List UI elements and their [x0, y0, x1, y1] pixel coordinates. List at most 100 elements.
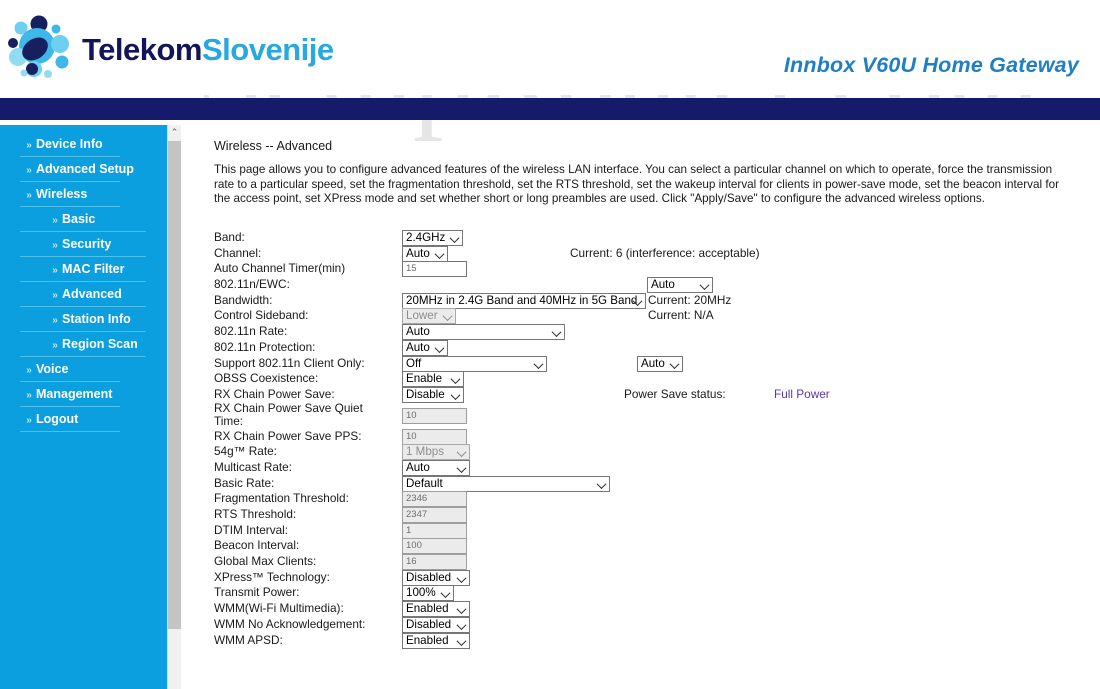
n-rate-select[interactable]: Auto [402, 324, 565, 341]
field-row-rts-threshold: RTS Threshold: 2347 [214, 507, 1094, 523]
scroll-up-button[interactable]: ⌃ [168, 125, 181, 140]
sidebar-item-divider [20, 256, 146, 257]
chevron-right-icon: » [52, 240, 58, 251]
sidebar-item-divider [20, 356, 146, 357]
fragmentation-threshold-label: Fragmentation Threshold: [214, 491, 349, 506]
field-row-obss-coexistence: OBSS Coexistence: Enable [214, 371, 1094, 388]
n-rate-select-wrap: Auto [402, 324, 565, 341]
rx-chain-quiet-time-input[interactable]: 10 [402, 407, 467, 424]
dtim-interval-wrap: 1 [402, 522, 467, 539]
transmit-power-select[interactable]: 100% [402, 585, 454, 602]
basic-rate-select[interactable]: Default [402, 475, 610, 492]
support-n-client-only-select-wrap: Off [402, 355, 547, 372]
channel-select[interactable]: Auto [402, 245, 448, 262]
sidebar-nav: » Device Info » Advanced Setup » Wireless » Bas… [0, 125, 167, 689]
sidebar-item-wireless[interactable]: » Wireless [0, 185, 167, 210]
auto-channel-timer-label: Auto Channel Timer(min) [214, 261, 346, 276]
bandwidth-select[interactable]: 20MHz in 2.4G Band and 40MHz in 5G Band [402, 292, 646, 309]
brand-wordmark: TelekomSlovenije [82, 32, 334, 68]
sidebar-item-mac-filter[interactable]: » MAC Filter [0, 260, 167, 285]
xpress-technology-select[interactable]: Disabled [402, 569, 470, 586]
band-select-wrap: 2.4GHz [402, 230, 464, 246]
wmm-no-ack-label: WMM No Acknowledgement: [214, 616, 366, 631]
rts-threshold-wrap: 2347 [402, 507, 467, 523]
rx-chain-pps-label: RX Chain Power Save PPS: [214, 428, 362, 443]
sidebar-item-label: Management [36, 387, 113, 401]
sidebar-item-management[interactable]: » Management [0, 385, 167, 410]
sidebar-item-divider [20, 181, 120, 182]
fragmentation-threshold-wrap: 2346 [402, 491, 467, 508]
n-protection-label: 802.11n Protection: [214, 339, 316, 354]
sidebar-item-station-info[interactable]: » Station Info [0, 310, 167, 335]
sidebar-item-advanced[interactable]: » Advanced [0, 285, 167, 310]
sidebar-item-divider [20, 381, 120, 382]
sidebar-item-advanced-setup[interactable]: » Advanced Setup [0, 160, 167, 185]
control-sideband-label: Control Sideband: [214, 308, 309, 323]
sidebar-item-label: Wireless [36, 187, 88, 201]
header-navbar-strip [0, 98, 1100, 120]
chevron-right-icon: » [52, 215, 58, 226]
beacon-interval-label: Beacon Interval: [214, 538, 300, 553]
field-row-wmm: WMM(Wi-Fi Multimedia): Enabled [214, 601, 1094, 618]
chevron-right-icon: » [26, 365, 32, 376]
global-max-clients-input[interactable]: 16 [402, 554, 467, 571]
field-row-n-protection: 802.11n Protection: Auto [214, 339, 1094, 356]
router-admin-page: SetupRouter.com TelekomSlovenije [0, 0, 1100, 689]
n-protection-select[interactable]: Auto [402, 339, 448, 356]
main-content: Wireless -- Advanced This page allows yo… [181, 125, 1100, 689]
sidebar-item-divider [20, 281, 146, 282]
n-rate-label: 802.11n Rate: [214, 324, 288, 339]
rts-threshold-input[interactable]: 2347 [402, 507, 467, 523]
channel-label: Channel: [214, 245, 262, 260]
rx-chain-power-save-select[interactable]: Disable [402, 386, 464, 403]
transmit-power-label: Transmit Power: [214, 585, 300, 600]
multicast-rate-select[interactable]: Auto [402, 459, 470, 476]
field-row-54g-rate: 54g™ Rate: 1 Mbps [214, 444, 1094, 461]
field-row-wmm-no-ack: WMM No Acknowledgement: Disabled [214, 616, 1094, 633]
band-select[interactable]: 2.4GHz [402, 230, 464, 246]
rate-54g-select[interactable]: 1 Mbps [402, 444, 470, 461]
content-scrollbar[interactable]: ⌃ [167, 125, 181, 689]
chevron-right-icon: » [52, 265, 58, 276]
rate-54g-select-wrap: 1 Mbps [402, 444, 470, 461]
field-row-global-max-clients: Global Max Clients: 16 [214, 554, 1094, 571]
sidebar-item-divider [20, 406, 120, 407]
wmm-no-ack-select-wrap: Disabled [402, 616, 470, 633]
sidebar-item-label: MAC Filter [62, 262, 125, 276]
n-ewc-label: 802.11n/EWC: [214, 277, 290, 292]
sidebar-item-divider [20, 231, 146, 232]
control-sideband-select[interactable]: Lower [402, 308, 456, 325]
field-row-wmm-apsd: WMM APSD: Enabled [214, 632, 1094, 649]
sidebar-item-divider [20, 431, 120, 432]
scrollbar-thumb[interactable] [168, 141, 181, 629]
sidebar-item-divider [20, 331, 146, 332]
support-n-client-only-select[interactable]: Off [402, 355, 547, 372]
rx-chain-power-save-select-wrap: Disable [402, 386, 464, 403]
sidebar-item-label: Logout [36, 412, 79, 426]
rx-chain-pps-input[interactable]: 10 [402, 428, 467, 445]
sidebar-item-device-info[interactable]: » Device Info [0, 135, 167, 160]
beacon-interval-input[interactable]: 100 [402, 538, 467, 555]
bandwidth-label: Bandwidth: [214, 292, 273, 307]
chevron-right-icon: » [52, 290, 58, 301]
dtim-interval-input[interactable]: 1 [402, 522, 467, 539]
sidebar-item-region-scan[interactable]: » Region Scan [0, 335, 167, 360]
wmm-select[interactable]: Enabled [402, 601, 470, 618]
sidebar-item-security[interactable]: » Security [0, 235, 167, 260]
fragmentation-threshold-input[interactable]: 2346 [402, 491, 467, 508]
channel-select-wrap: Auto [402, 245, 448, 262]
wmm-select-wrap: Enabled [402, 601, 470, 618]
wmm-no-ack-select[interactable]: Disabled [402, 616, 470, 633]
sidebar-item-logout[interactable]: » Logout [0, 410, 167, 435]
obss-coexistence-select[interactable]: Enable [402, 371, 464, 388]
channel-current-note: Current: 6 (interference: acceptable) [570, 245, 760, 260]
support-n-client-only-secondary-select[interactable]: Auto [637, 355, 683, 372]
rts-threshold-label: RTS Threshold: [214, 507, 297, 521]
n-ewc-select[interactable]: Auto [647, 277, 713, 294]
sidebar-item-voice[interactable]: » Voice [0, 360, 167, 385]
auto-channel-timer-input[interactable]: 15 [402, 261, 467, 278]
wmm-apsd-select[interactable]: Enabled [402, 632, 470, 649]
sidebar-item-basic[interactable]: » Basic [0, 210, 167, 235]
sidebar-item-label: Voice [36, 362, 69, 376]
n-protection-select-wrap: Auto [402, 339, 448, 356]
